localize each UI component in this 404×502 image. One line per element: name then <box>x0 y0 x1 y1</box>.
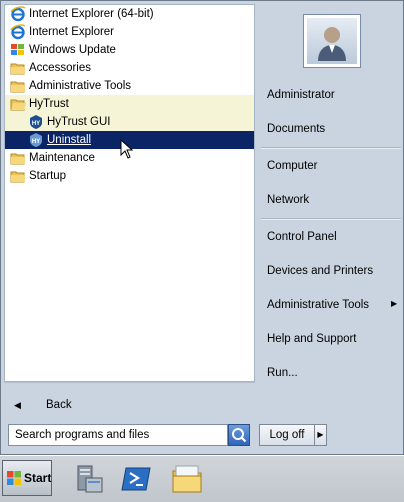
right-divider <box>261 218 401 220</box>
program-label: Internet Explorer <box>29 26 115 38</box>
start-button[interactable]: Start <box>2 460 52 496</box>
chevron-right-icon: ▶ <box>317 430 324 439</box>
back-button[interactable]: ◀ Back <box>4 393 255 417</box>
start-label: Start <box>24 471 52 485</box>
taskbar: Start <box>0 455 404 502</box>
file-explorer-icon[interactable] <box>170 462 204 496</box>
folder-icon <box>10 153 25 165</box>
folder-icon <box>10 171 25 183</box>
server-manager-icon[interactable] <box>72 462 106 496</box>
menu-documents[interactable]: Documents <box>267 120 325 138</box>
program-internet-explorer[interactable]: Internet Explorer <box>5 23 254 41</box>
folder-icon <box>10 63 25 75</box>
program-label: Internet Explorer (64-bit) <box>29 8 154 20</box>
program-label: Accessories <box>29 62 91 74</box>
program-label: Uninstall <box>47 134 92 146</box>
menu-control-panel[interactable]: Control Panel <box>267 228 337 246</box>
right-divider <box>261 147 401 149</box>
program-label: HyTrust GUI <box>47 116 111 128</box>
program-label: Maintenance <box>29 152 95 164</box>
left-divider <box>4 382 255 383</box>
shutdown-options-button[interactable]: ▶ <box>314 424 327 446</box>
menu-network[interactable]: Network <box>267 191 309 209</box>
log-off-button[interactable]: Log off <box>259 424 315 446</box>
folder-icon <box>10 81 25 93</box>
internet-explorer-icon <box>10 24 26 40</box>
powershell-icon[interactable] <box>120 462 154 496</box>
program-label: Administrative Tools <box>29 80 132 92</box>
submenu-arrow-icon: ▶ <box>391 299 398 308</box>
menu-administrative-tools[interactable]: Administrative Tools <box>267 296 369 314</box>
program-folder-startup[interactable]: Startup <box>5 167 254 185</box>
program-folder-administrative-tools[interactable]: Administrative Tools <box>5 77 254 95</box>
program-label: Startup <box>29 170 67 182</box>
program-label: Windows Update <box>29 44 116 56</box>
program-folder-hytrust[interactable]: HyTrust <box>5 95 254 113</box>
program-internet-explorer-64[interactable]: Internet Explorer (64-bit) <box>5 5 254 23</box>
menu-run[interactable]: Run... <box>267 364 298 382</box>
internet-explorer-icon <box>10 6 26 22</box>
windows-update-icon <box>11 44 24 55</box>
menu-computer[interactable]: Computer <box>267 157 318 175</box>
menu-devices-printers[interactable]: Devices and Printers <box>267 262 373 280</box>
search-icon <box>232 428 247 443</box>
hytrust-icon: HY <box>30 133 42 147</box>
program-label: HyTrust <box>29 98 69 110</box>
svg-text:HY: HY <box>32 139 40 145</box>
folder-open-icon <box>10 99 26 111</box>
windows-logo-icon <box>7 471 21 485</box>
program-windows-update[interactable]: Windows Update <box>5 41 254 59</box>
start-menu: Internet Explorer (64-bit) Internet Expl… <box>0 0 404 455</box>
search-input[interactable] <box>8 424 228 446</box>
programs-pane: Internet Explorer (64-bit) Internet Expl… <box>4 4 255 382</box>
menu-administrator[interactable]: Administrator <box>267 86 335 104</box>
user-avatar[interactable] <box>303 14 361 68</box>
search-button[interactable] <box>228 424 250 446</box>
back-arrow-icon: ◀ <box>14 400 21 410</box>
hytrust-icon: HY <box>30 115 42 129</box>
back-label: Back <box>46 399 72 411</box>
mouse-cursor-icon <box>120 139 134 159</box>
program-hytrust-gui[interactable]: HY HyTrust GUI <box>5 113 254 131</box>
menu-help-support[interactable]: Help and Support <box>267 330 357 348</box>
program-folder-accessories[interactable]: Accessories <box>5 59 254 77</box>
user-icon <box>318 27 346 61</box>
svg-text:HY: HY <box>32 121 40 127</box>
